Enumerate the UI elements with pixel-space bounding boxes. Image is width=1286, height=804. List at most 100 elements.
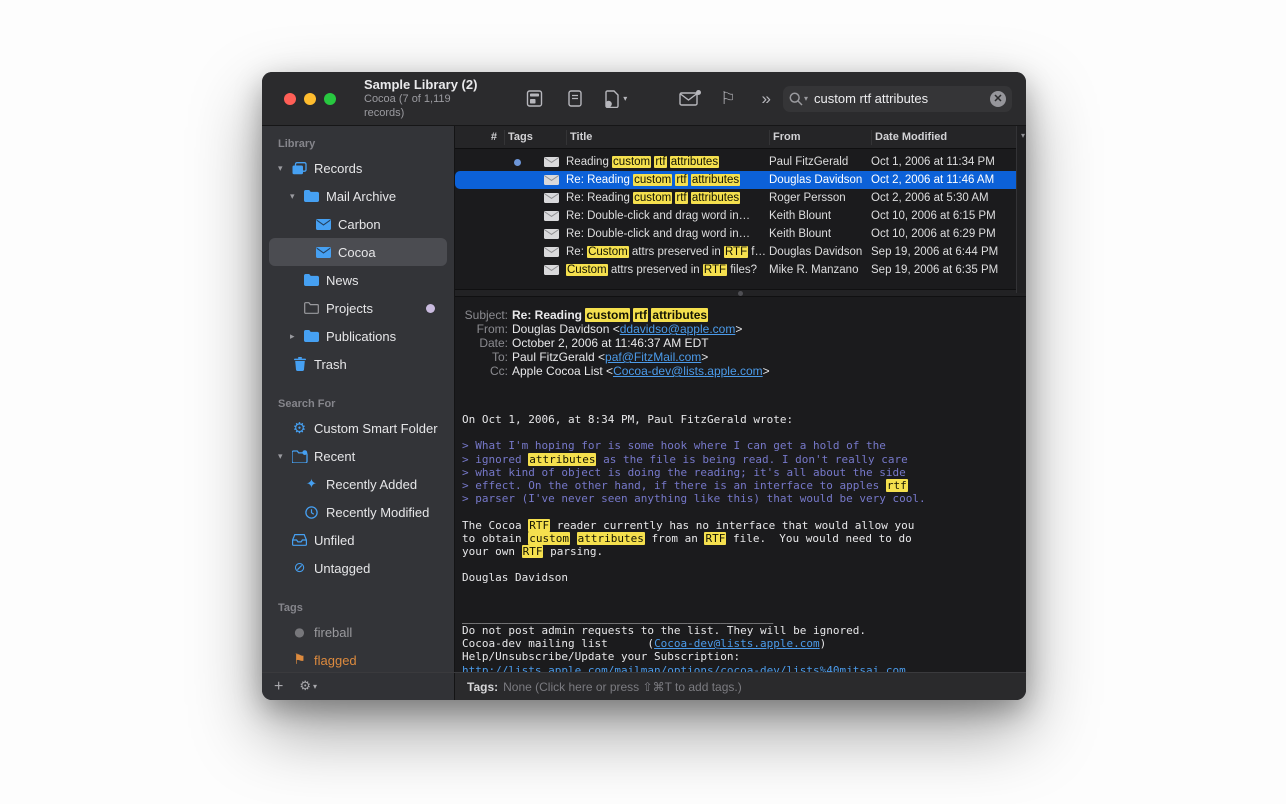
message-line: to obtain custom attributes from an RTF … bbox=[462, 532, 1026, 545]
search-highlight: RTF bbox=[703, 264, 727, 276]
text-run: Re: bbox=[566, 246, 587, 258]
text-run: as the file is being read. I don't reall… bbox=[596, 453, 907, 466]
sidebar-item-tag-fireball[interactable]: ●fireball bbox=[269, 618, 447, 646]
column-header-number[interactable]: # bbox=[455, 130, 504, 145]
column-header-tags[interactable]: Tags bbox=[504, 130, 540, 145]
chevron-right-icon[interactable]: ▸ bbox=[290, 331, 303, 342]
sidebar: Library▾Records▾Mail ArchiveCarbonCocoaN… bbox=[262, 126, 455, 672]
search-highlight: attributes bbox=[651, 308, 708, 322]
cell-date-modified: Oct 2, 2006 at 11:46 AM bbox=[871, 174, 1016, 186]
table-row[interactable]: Re: Double-click and drag word in…Keith … bbox=[455, 207, 1026, 225]
search-scope-chevron-icon[interactable]: ▾ bbox=[804, 94, 808, 103]
column-header-title[interactable]: Title bbox=[566, 130, 769, 145]
email-link[interactable]: Cocoa-dev@lists.apple.com bbox=[613, 364, 763, 378]
clear-search-icon[interactable]: ✕ bbox=[990, 91, 1006, 107]
message-line: > what kind of object is doing the readi… bbox=[462, 466, 1026, 479]
column-header-from[interactable]: From bbox=[769, 130, 871, 145]
sidebar-item-news[interactable]: News bbox=[269, 266, 447, 294]
search-field[interactable]: ▾ ✕ bbox=[783, 86, 1012, 112]
table-row[interactable]: Re: Reading custom rtf attributesDouglas… bbox=[455, 171, 1026, 189]
sidebar-item-unfiled[interactable]: Unfiled bbox=[269, 526, 447, 554]
sidebar-item-label: Projects bbox=[326, 301, 373, 316]
email-link[interactable]: Cocoa-dev@lists.apple.com bbox=[654, 637, 820, 650]
close-button[interactable] bbox=[284, 93, 296, 105]
note-icon[interactable] bbox=[568, 90, 582, 107]
mailbox-icon bbox=[315, 219, 332, 230]
flag-icon[interactable]: ⚐ bbox=[720, 89, 735, 109]
sidebar-item-recently-modified[interactable]: Recently Modified bbox=[269, 498, 447, 526]
sidebar-item-custom-smart-folder[interactable]: ⚙Custom Smart Folder bbox=[269, 414, 447, 442]
cell-title: Re: Reading custom rtf attributes bbox=[566, 174, 769, 186]
sidebar-item-recently-added[interactable]: ✦Recently Added bbox=[269, 470, 447, 498]
sidebar-item-label: fireball bbox=[314, 625, 352, 640]
table-row[interactable]: Custom attrs preserved in RTF files?Mike… bbox=[455, 261, 1026, 279]
email-link[interactable]: http://lists.apple.com/mailman/options/c… bbox=[462, 664, 906, 672]
sidebar-item-records[interactable]: ▾Records bbox=[269, 154, 447, 182]
toolbar-overflow-icon[interactable]: » bbox=[762, 89, 769, 109]
table-row[interactable]: Re: Reading custom rtf attributesRoger P… bbox=[455, 189, 1026, 207]
email-link[interactable]: ddavidso@apple.com bbox=[620, 322, 736, 336]
zoom-button[interactable] bbox=[324, 93, 336, 105]
sidebar-item-recent[interactable]: ▾Recent bbox=[269, 442, 447, 470]
sidebar-item-untagged[interactable]: ⊘Untagged bbox=[269, 554, 447, 582]
search-highlight: attributes bbox=[577, 532, 645, 545]
text-run: Re: Reading bbox=[566, 192, 633, 204]
text-run bbox=[570, 532, 577, 545]
message-pane: Subject:Re: Reading custom rtf attribute… bbox=[455, 297, 1026, 672]
sidebar-item-label: News bbox=[326, 273, 359, 288]
search-input[interactable] bbox=[814, 91, 990, 106]
search-highlight: RTF bbox=[704, 532, 726, 545]
sidebar-item-projects[interactable]: Projects bbox=[269, 294, 447, 322]
header-label: Date: bbox=[455, 336, 512, 350]
table-header: # Tags Title From Date Modified bbox=[455, 126, 1026, 149]
table-row[interactable]: Reading custom rtf attributesPaul FitzGe… bbox=[455, 153, 1026, 171]
sidebar-item-mail-archive[interactable]: ▾Mail Archive bbox=[269, 182, 447, 210]
sidebar-item-label: Unfiled bbox=[314, 533, 354, 548]
message-line bbox=[462, 505, 1026, 518]
column-header-date-modified[interactable]: Date Modified bbox=[871, 130, 1016, 145]
column-header-icon[interactable] bbox=[540, 130, 566, 145]
sidebar-item-cocoa[interactable]: Cocoa bbox=[269, 238, 447, 266]
sidebar-item-carbon[interactable]: Carbon bbox=[269, 210, 447, 238]
cell-date-modified: Sep 19, 2006 at 6:44 PM bbox=[871, 246, 1016, 258]
sidebar-footer: + ⚙▾ bbox=[262, 673, 455, 700]
folder-icon bbox=[303, 190, 320, 202]
search-highlight: Custom bbox=[566, 264, 608, 276]
search-highlight: RTF bbox=[724, 246, 748, 258]
tags-bar-label: Tags: bbox=[467, 680, 498, 694]
record-viewer-icon[interactable] bbox=[526, 90, 545, 107]
folder-icon bbox=[303, 330, 320, 342]
message-header-line: Subject:Re: Reading custom rtf attribute… bbox=[455, 308, 1026, 322]
add-source-button[interactable]: + bbox=[274, 679, 283, 695]
text-run: to obtain bbox=[462, 532, 528, 545]
text-run: parsing. bbox=[543, 545, 603, 558]
chevron-down-icon[interactable]: ▾ bbox=[290, 191, 303, 202]
header-value: Re: Reading custom rtf attributes bbox=[512, 308, 708, 322]
email-icon[interactable] bbox=[679, 92, 698, 106]
text-run: On Oct 1, 2006, at 8:34 PM, Paul FitzGer… bbox=[462, 413, 793, 426]
sidebar-item-trash[interactable]: Trash bbox=[269, 350, 447, 378]
sidebar-item-publications[interactable]: ▸Publications bbox=[269, 322, 447, 350]
sidebar-item-tag-flagged[interactable]: ⚑flagged bbox=[269, 646, 447, 672]
message-line: > ignored attributes as the file is bein… bbox=[462, 453, 1026, 466]
table-row[interactable]: Re: Double-click and drag word in…Keith … bbox=[455, 225, 1026, 243]
new-record-icon[interactable]: ▾ bbox=[605, 90, 627, 108]
text-run: > bbox=[701, 350, 708, 364]
sidebar-item-label: Untagged bbox=[314, 561, 370, 576]
minimize-button[interactable] bbox=[304, 93, 316, 105]
message-line: Do not post admin requests to the list. … bbox=[462, 624, 1026, 637]
action-gear-icon[interactable]: ⚙▾ bbox=[299, 679, 317, 694]
text-run: ) bbox=[820, 637, 827, 650]
record-list: Reading custom rtf attributesPaul FitzGe… bbox=[455, 149, 1026, 289]
column-options-icon[interactable]: ▾ bbox=[1021, 131, 1025, 140]
chevron-down-icon[interactable]: ▾ bbox=[278, 163, 291, 174]
table-row[interactable]: Re: Custom attrs preserved in RTF f…Doug… bbox=[455, 243, 1026, 261]
tags-bar-hint[interactable]: None (Click here or press ⇧⌘T to add tag… bbox=[503, 680, 742, 694]
email-link[interactable]: paf@FitzMail.com bbox=[605, 350, 701, 364]
chevron-down-icon[interactable]: ▾ bbox=[278, 451, 291, 462]
table-scrollbar[interactable]: ▾ bbox=[1016, 126, 1026, 293]
unread-dot bbox=[514, 159, 521, 166]
pane-splitter[interactable] bbox=[455, 289, 1026, 297]
text-run: attrs preserved in bbox=[608, 264, 703, 276]
text-run: Re: Reading bbox=[566, 174, 633, 186]
